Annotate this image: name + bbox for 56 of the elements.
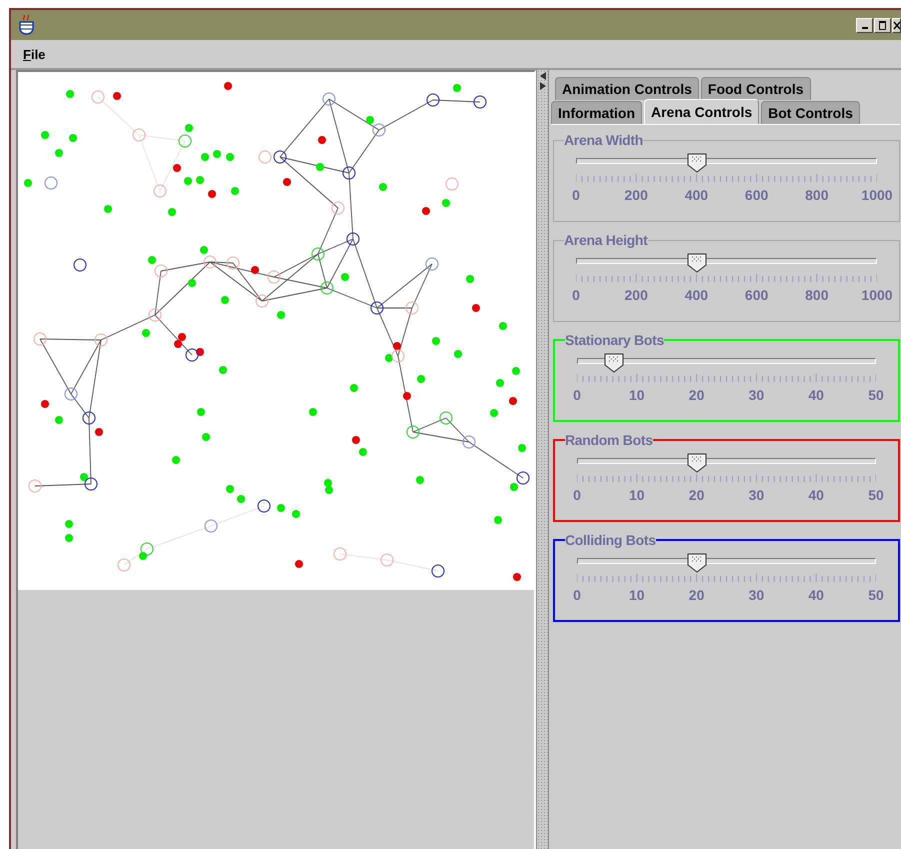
tick-label: 1000 [861,187,893,203]
splitter-handle[interactable] [536,70,549,849]
tick-label: 20 [688,587,704,603]
tick-label: 30 [748,387,764,403]
slider-thumb[interactable] [686,553,707,573]
group-title: Arena Width [564,132,644,148]
tick-label: 800 [805,187,828,203]
tab[interactable]: Arena Controls [644,99,760,124]
tick-label: 20 [688,387,704,403]
slider-thumb[interactable] [686,453,707,473]
tick-label: 40 [808,387,824,403]
maximize-icon [878,20,887,30]
group-title: Arena Height [564,232,648,248]
tick-label: 30 [748,587,764,603]
tick-label: 50 [868,587,884,603]
tick-label: 0 [572,287,580,303]
group-title: Stationary Bots [565,332,664,348]
tick-label: 200 [624,187,648,203]
maximize-button[interactable] [874,18,891,32]
tick-label: 10 [629,587,645,603]
slider-thumb[interactable] [686,253,707,273]
coffee-cup-icon [17,14,37,36]
slider-thumb[interactable] [604,353,624,373]
menu-item[interactable]: File [21,46,48,62]
tick-label: 400 [684,287,708,303]
tick-label: 10 [629,487,645,503]
tick-label: 40 [808,587,824,603]
tick-label: 800 [805,287,828,303]
tick-label: 50 [868,487,884,503]
minimize-button[interactable] [856,18,873,32]
tab[interactable]: Bot Controls [761,101,860,124]
tick-label: 400 [684,187,708,203]
tick-label: 10 [629,387,645,403]
tick-label: 0 [573,587,581,603]
tick-label: 0 [573,487,581,503]
tick-label: 200 [624,287,648,303]
tick-label: 40 [808,487,824,503]
group-title: Random Bots [565,432,653,448]
left-arrow-icon[interactable] [540,72,546,80]
tab[interactable]: Animation Controls [555,77,699,100]
tick-label: 600 [744,187,768,203]
tick-label: 1000 [861,287,893,303]
slider-thumb[interactable] [686,153,707,173]
tick-label: 0 [572,187,580,203]
group-title: Colliding Bots [565,532,656,548]
tick-label: 0 [573,387,581,403]
tab[interactable]: Information [551,101,642,124]
tick-label: 600 [744,287,768,303]
right-arrow-icon[interactable] [540,82,546,90]
close-button[interactable] [892,18,901,32]
tick-label: 30 [748,487,764,503]
tick-label: 20 [688,487,704,503]
tab[interactable]: Food Controls [700,77,811,100]
tick-label: 50 [868,387,884,403]
minimize-icon [862,26,868,28]
close-icon [893,20,900,30]
